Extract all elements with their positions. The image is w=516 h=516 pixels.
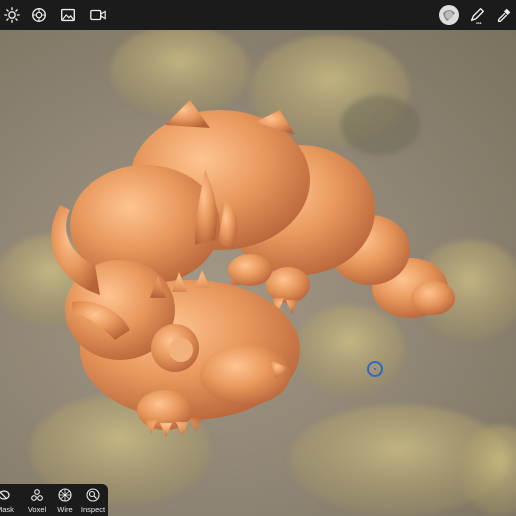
top-toolbar <box>0 0 516 30</box>
eyedropper-icon[interactable] <box>494 5 514 25</box>
sculpt-viewport[interactable] <box>0 30 516 516</box>
video-icon[interactable] <box>88 5 108 25</box>
image-icon[interactable] <box>58 5 78 25</box>
voxel-label: Voxel <box>27 505 47 514</box>
wire-icon <box>58 488 72 502</box>
material-icon[interactable] <box>29 5 49 25</box>
brush-preview-icon[interactable] <box>438 4 460 26</box>
mask-tool-button[interactable]: Mask <box>0 484 18 516</box>
pivot-gizmo[interactable] <box>367 361 383 377</box>
pen-icon[interactable] <box>467 5 487 25</box>
mask-icon <box>0 490 10 500</box>
wire-label: Wire <box>57 505 73 514</box>
voxel-icon <box>31 489 43 501</box>
inspect-label: Inspect <box>80 505 106 514</box>
mask-label: Mask <box>0 505 14 514</box>
inspect-icon <box>86 488 100 502</box>
light-icon[interactable] <box>2 5 22 25</box>
scene-render <box>0 30 516 515</box>
wire-tool-button[interactable]: Wire <box>50 484 80 516</box>
bottom-tool-strip: Mask Voxel Wire Inspect <box>0 484 108 516</box>
inspect-tool-button[interactable]: Inspect <box>78 484 108 516</box>
voxel-tool-button[interactable]: Voxel <box>22 484 52 516</box>
